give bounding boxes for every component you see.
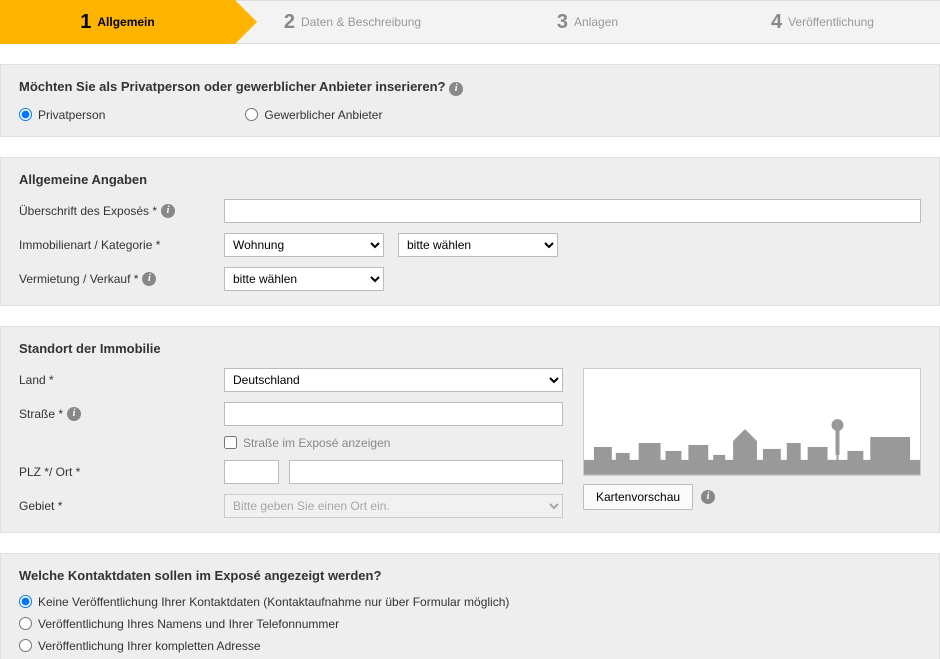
provider-question: Möchten Sie als Privatperson oder gewerb… bbox=[19, 79, 921, 96]
info-icon[interactable]: i bbox=[701, 490, 715, 504]
radio-privatperson[interactable]: Privatperson bbox=[19, 108, 105, 122]
general-panel: Allgemeine Angaben Überschrift des Expos… bbox=[0, 157, 940, 306]
country-label: Land * bbox=[19, 373, 224, 387]
map-preview-button[interactable]: Kartenvorschau bbox=[583, 484, 693, 510]
info-icon[interactable]: i bbox=[142, 272, 156, 286]
rent-select[interactable]: bitte wählen bbox=[224, 267, 384, 291]
location-title: Standort der Immobilie bbox=[19, 341, 921, 356]
ort-input[interactable] bbox=[289, 460, 563, 484]
step-4[interactable]: 4Veröffentlichung bbox=[705, 0, 940, 44]
contact-title: Welche Kontaktdaten sollen im Exposé ang… bbox=[19, 568, 921, 583]
category-label: Immobilienart / Kategorie * bbox=[19, 238, 224, 252]
map-column: Kartenvorschau i bbox=[583, 368, 921, 518]
map-placeholder bbox=[583, 368, 921, 476]
step-2[interactable]: 2Daten & Beschreibung bbox=[235, 0, 470, 44]
area-label: Gebiet * bbox=[19, 499, 224, 513]
skyline-icon bbox=[584, 405, 920, 475]
expose-label: Überschrift des Exposés * i bbox=[19, 204, 224, 218]
rent-label: Vermietung / Verkauf * i bbox=[19, 272, 224, 286]
radio-gewerblich[interactable]: Gewerblicher Anbieter bbox=[245, 108, 382, 122]
plz-label: PLZ */ Ort * bbox=[19, 465, 224, 479]
location-panel: Standort der Immobilie Land * Deutschlan… bbox=[0, 326, 940, 533]
radio-contact-name-phone[interactable]: Veröffentlichung Ihres Namens und Ihrer … bbox=[19, 617, 921, 631]
expose-input[interactable] bbox=[224, 199, 921, 223]
step-3[interactable]: 3Anlagen bbox=[470, 0, 705, 44]
wizard-steps: 1Allgemein 2Daten & Beschreibung 3Anlage… bbox=[0, 0, 940, 44]
info-icon[interactable]: i bbox=[67, 407, 81, 421]
street-input[interactable] bbox=[224, 402, 563, 426]
category-select-2[interactable]: bitte wählen bbox=[398, 233, 558, 257]
area-select: Bitte geben Sie einen Ort ein. bbox=[224, 494, 563, 518]
contact-panel: Welche Kontaktdaten sollen im Exposé ang… bbox=[0, 553, 940, 659]
street-show-checkbox[interactable]: Straße im Exposé anzeigen bbox=[224, 436, 563, 450]
street-label: Straße * i bbox=[19, 407, 224, 421]
plz-input[interactable] bbox=[224, 460, 279, 484]
radio-contact-full[interactable]: Veröffentlichung Ihrer kompletten Adress… bbox=[19, 639, 921, 653]
country-select[interactable]: Deutschland bbox=[224, 368, 563, 392]
general-title: Allgemeine Angaben bbox=[19, 172, 921, 187]
radio-contact-none[interactable]: Keine Veröffentlichung Ihrer Kontaktdate… bbox=[19, 595, 921, 609]
step-1[interactable]: 1Allgemein bbox=[0, 0, 235, 44]
category-select-1[interactable]: Wohnung bbox=[224, 233, 384, 257]
info-icon[interactable]: i bbox=[449, 82, 463, 96]
info-icon[interactable]: i bbox=[161, 204, 175, 218]
provider-panel: Möchten Sie als Privatperson oder gewerb… bbox=[0, 64, 940, 137]
